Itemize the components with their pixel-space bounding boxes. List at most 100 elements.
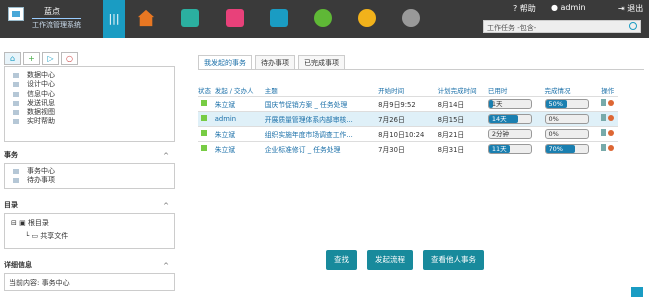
- tree-root[interactable]: ⊟ ▣ 根目录: [11, 218, 168, 228]
- list-item[interactable]: 待办事项: [5, 176, 174, 185]
- logo: 蓝点 工作流管理系统: [0, 0, 102, 38]
- used-bar: 2分钟: [487, 128, 532, 139]
- row-end: 8月31日: [437, 145, 465, 154]
- used-value: 1天: [491, 99, 503, 108]
- table-row[interactable]: 朱立斌 组织实施年度市场调查工作... 8月10日10:24 8月21日 2分钟 0%: [198, 125, 618, 141]
- flow-icon[interactable]: [608, 115, 615, 121]
- list-item[interactable]: 信息中心: [5, 90, 174, 99]
- flow-icon[interactable]: [608, 130, 615, 136]
- row-start: 7月30日: [378, 145, 405, 154]
- start-flow-button[interactable]: 发起流程: [367, 250, 413, 270]
- col-header: 计划完成时间: [437, 86, 477, 95]
- search-icon[interactable]: [629, 22, 637, 30]
- scroll-menu-icon[interactable]: [631, 287, 643, 297]
- home-icon[interactable]: [137, 9, 155, 27]
- nav-list: 数据中心 设计中心 信息中心 发送讯息 数据视图 实时帮助: [4, 66, 175, 142]
- tab-home[interactable]: ⌂: [4, 52, 21, 65]
- row-start: 8月10日10:24: [378, 130, 425, 139]
- tab-todo[interactable]: 待办事项: [255, 55, 295, 69]
- col-header: 已用时: [487, 86, 508, 95]
- grid-icon[interactable]: [226, 9, 244, 27]
- doc-icon[interactable]: [601, 129, 607, 136]
- progress-value: 0%: [548, 114, 559, 123]
- doc-icon[interactable]: [601, 144, 607, 152]
- progress-value: 70%: [548, 144, 563, 153]
- row-end: 8月21日: [437, 130, 465, 139]
- detail-value: 事务中心: [41, 279, 70, 287]
- affairs-table: 状态 发起 / 交办人 主题 开始时间 计划完成时间 已用时 完成情况 操作 朱…: [198, 84, 618, 156]
- progress-bar: 50%: [544, 98, 589, 109]
- row-subject[interactable]: 企业标准修订 _ 任务处理: [265, 146, 341, 154]
- list-item[interactable]: 实时帮助: [5, 117, 174, 126]
- status-icon: [201, 129, 207, 136]
- row-start: 7月26日: [378, 115, 405, 124]
- progress-value: 50%: [548, 99, 563, 108]
- tab-done[interactable]: 已完成事项: [298, 55, 345, 69]
- row-who[interactable]: 朱立斌: [215, 131, 235, 139]
- list-item[interactable]: 发送讯息: [5, 99, 174, 108]
- card-icon[interactable]: [181, 9, 199, 27]
- row-who[interactable]: admin: [215, 115, 236, 123]
- row-who[interactable]: 朱立斌: [215, 101, 235, 109]
- list-item[interactable]: 事务中心: [5, 167, 174, 176]
- row-who[interactable]: 朱立斌: [215, 146, 235, 154]
- used-value: 14天: [491, 114, 507, 123]
- row-subject[interactable]: 国庆节促销方案 _ 任务处理: [265, 101, 348, 109]
- menu-toggle-button[interactable]: |||: [103, 0, 125, 38]
- list-icon[interactable]: [270, 9, 288, 27]
- status-icon: [201, 99, 207, 106]
- view-others-button[interactable]: 查看他人事务: [423, 250, 484, 270]
- doc-icon[interactable]: [601, 99, 607, 106]
- search-input[interactable]: 工作任务 -包含-: [483, 20, 641, 33]
- used-bar: 14天: [487, 113, 532, 124]
- row-start: 8月9日9:52: [378, 100, 416, 109]
- tab-my-affairs[interactable]: 我发起的事务: [198, 55, 252, 69]
- tab-play[interactable]: ▷: [42, 52, 59, 65]
- tree-item-shared[interactable]: └ ▭ 共享文件: [25, 231, 168, 241]
- col-header: 状态: [198, 86, 211, 95]
- affairs-list: 事务中心 待办事项: [4, 163, 175, 189]
- logout-link[interactable]: ⇥ 退出: [618, 3, 643, 14]
- flow-icon[interactable]: [608, 100, 615, 106]
- used-value: 2分钟: [491, 129, 509, 138]
- used-value: 11天: [491, 144, 507, 153]
- find-button[interactable]: 查找: [326, 250, 357, 270]
- directory-tree: ⊟ ▣ 根目录 └ ▭ 共享文件: [4, 213, 175, 249]
- doc-icon[interactable]: [601, 114, 607, 121]
- search-icon[interactable]: [358, 9, 376, 27]
- row-subject[interactable]: 开展质量管理体系内部审核...: [265, 116, 353, 124]
- flow-icon[interactable]: [608, 145, 615, 152]
- logo-title: 蓝点: [44, 7, 60, 16]
- left-panel: ⌂ + ▷ ○ 数据中心 设计中心 信息中心 发送讯息 数据视图 实时帮助 事务…: [4, 52, 175, 291]
- col-header: 完成情况: [544, 86, 571, 95]
- section-title[interactable]: 事务: [4, 147, 175, 164]
- progress-bar: 0%: [544, 128, 589, 139]
- row-end: 8月15日: [437, 115, 465, 124]
- used-bar: 11天: [487, 143, 532, 154]
- col-header: 操作: [601, 86, 615, 95]
- user-link[interactable]: ● admin: [551, 3, 586, 12]
- used-bar: 1天: [487, 98, 532, 109]
- status-icon: [201, 114, 207, 121]
- col-header: 发起 / 交办人: [214, 86, 254, 95]
- progress-value: 0%: [548, 129, 559, 138]
- list-item[interactable]: 数据中心: [5, 71, 174, 80]
- status-icon: [201, 144, 207, 151]
- tab-search[interactable]: ○: [61, 52, 78, 65]
- table-row[interactable]: admin 开展质量管理体系内部审核... 7月26日 8月15日 14天 0%: [198, 110, 618, 126]
- list-item[interactable]: 设计中心: [5, 80, 174, 89]
- main-panel: 我发起的事务 待办事项 已完成事项 状态 发起 / 交办人 主题 开始时间 计划…: [198, 55, 644, 270]
- section-title[interactable]: 详细信息: [4, 257, 175, 274]
- section-title[interactable]: 目录: [4, 197, 175, 214]
- tab-add[interactable]: +: [23, 52, 40, 65]
- help-link[interactable]: ? 帮助: [513, 3, 536, 14]
- row-end: 8月14日: [437, 100, 465, 109]
- row-subject[interactable]: 组织实施年度市场调查工作...: [265, 131, 353, 139]
- detail-box: 当前内容: 事务中心: [4, 273, 175, 291]
- top-bar: 蓝点 工作流管理系统 ||| ? 帮助 ● admin ⇥ 退出 工作任务 -包…: [0, 0, 649, 38]
- progress-bar: 0%: [544, 113, 589, 124]
- gear-icon[interactable]: [402, 9, 420, 27]
- chat-icon[interactable]: [314, 9, 332, 27]
- table-row[interactable]: 朱立斌 企业标准修订 _ 任务处理 7月30日 8月31日 11天 70%: [198, 140, 618, 156]
- table-row[interactable]: 朱立斌 国庆节促销方案 _ 任务处理 8月9日9:52 8月14日 1天 50%: [198, 95, 618, 111]
